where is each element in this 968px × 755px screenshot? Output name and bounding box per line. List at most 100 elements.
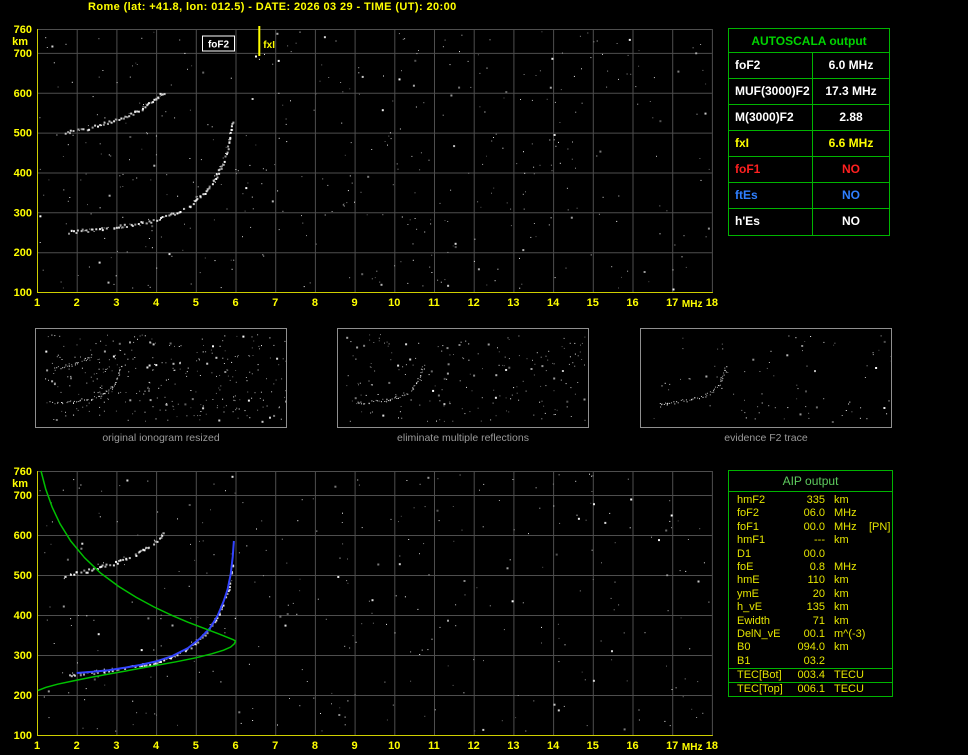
svg-text:7: 7: [272, 740, 278, 752]
svg-text:1: 1: [34, 740, 40, 752]
svg-text:2: 2: [74, 297, 80, 309]
series-F2-trace: [68, 122, 234, 235]
svg-text:300: 300: [14, 207, 32, 219]
parameter-name: foF1: [729, 157, 813, 182]
parameter-value: ---: [793, 534, 825, 547]
thumbnail-caption-original: original ionogram resized: [35, 432, 287, 444]
frequency-markers: foF2 fxI: [203, 26, 276, 56]
parameter-value: 03.2: [793, 655, 825, 668]
parameter-value: 094.0: [793, 641, 825, 654]
parameter-name: B1: [729, 655, 793, 668]
thumbnail-original-svg: [36, 329, 286, 427]
parameter-name: ymE: [729, 588, 793, 601]
parameter-value: 00.0: [793, 521, 825, 534]
autoscala-row-ftes: ftEsNO: [729, 183, 889, 209]
svg-text:700: 700: [14, 490, 32, 502]
parameter-value: 135: [793, 601, 825, 614]
series-multiple-reflection-trace: [64, 532, 165, 578]
svg-text:4: 4: [153, 297, 160, 309]
parameter-value: 335: [793, 494, 825, 507]
x-axis-unit-label: MHz: [682, 299, 703, 310]
parameter-unit: m^(-3): [825, 628, 869, 641]
svg-text:7: 7: [272, 297, 278, 309]
parameter-value: 17.3 MHz: [813, 79, 889, 104]
profile-ionogram-plot: 760700600500400300200100km12345678910111…: [0, 455, 726, 755]
svg-text:fxI: fxI: [263, 40, 275, 51]
svg-text:14: 14: [547, 740, 560, 752]
svg-text:12: 12: [468, 297, 480, 309]
parameter-unit: km: [825, 534, 869, 547]
svg-text:17: 17: [666, 740, 678, 752]
parameter-unit: TECU: [825, 669, 869, 682]
svg-text:200: 200: [14, 690, 32, 702]
aip-row-b1: B103.2: [729, 655, 892, 668]
parameter-name: Ewidth: [729, 615, 793, 628]
parameter-unit: km: [825, 574, 869, 587]
svg-text:9: 9: [352, 297, 358, 309]
svg-text:3: 3: [113, 297, 119, 309]
svg-text:400: 400: [14, 168, 32, 180]
parameter-unit: MHz: [825, 521, 869, 534]
thumbnail-caption-evidence: evidence F2 trace: [640, 432, 892, 444]
series-F2-trace: [660, 366, 728, 407]
parameter-note: [869, 683, 892, 696]
aip-row-tecbot: TEC[Bot]003.4TECU: [729, 668, 892, 682]
parameter-name: TEC[Bot]: [729, 669, 793, 682]
parameter-note: [869, 574, 892, 587]
svg-text:4: 4: [153, 740, 160, 752]
parameter-value: 00.0: [793, 548, 825, 561]
parameter-value: NO: [813, 157, 889, 182]
aip-row-foe: foE0.8MHz: [729, 561, 892, 574]
autoscala-row-hes: h'EsNO: [729, 209, 889, 235]
svg-text:16: 16: [626, 297, 638, 309]
svg-text:12: 12: [468, 740, 480, 752]
aip-row-fof2: foF206.0MHz: [729, 507, 892, 520]
parameter-unit: km: [825, 601, 869, 614]
svg-text:5: 5: [193, 740, 199, 752]
svg-text:300: 300: [14, 650, 32, 662]
parameter-value: NO: [813, 209, 889, 235]
series-multiple-reflection-trace: [65, 93, 164, 135]
parameter-unit: MHz: [825, 561, 869, 574]
aip-table-rows: hmF2335kmfoF206.0MHzfoF100.0MHz[PN]hmF1-…: [729, 492, 892, 668]
thumbnail-evidence-svg: [641, 329, 891, 427]
autoscala-table-rows: foF26.0 MHzMUF(3000)F217.3 MHzM(3000)F22…: [729, 53, 889, 235]
autoscala-row-muf3000f2: MUF(3000)F217.3 MHz: [729, 79, 889, 105]
svg-text:13: 13: [507, 297, 519, 309]
autoscala-row-fof2: foF26.0 MHz: [729, 53, 889, 79]
x-axis-unit-label: MHz: [682, 742, 703, 753]
parameter-unit: km: [825, 494, 869, 507]
thumbnail-eliminate-reflections: [337, 328, 589, 428]
parameter-note: [869, 615, 892, 628]
parameter-note: [869, 601, 892, 614]
noise-speckle: [45, 334, 286, 423]
parameter-value: 6.6 MHz: [813, 131, 889, 156]
svg-text:6: 6: [232, 740, 238, 752]
parameter-name: ftEs: [729, 183, 813, 208]
svg-text:100: 100: [14, 287, 32, 299]
parameter-note: [869, 561, 892, 574]
parameter-value: NO: [813, 183, 889, 208]
parameter-name: h_vE: [729, 601, 793, 614]
parameter-name: hmF2: [729, 494, 793, 507]
noise-speckle: [654, 335, 891, 423]
parameter-unit: [825, 548, 869, 561]
series-F2-trace: [55, 366, 123, 404]
aip-row-hve: h_vE135km: [729, 601, 892, 614]
aip-row-tectop: TEC[Top]006.1TECU: [729, 682, 892, 696]
parameter-value: 0.8: [793, 561, 825, 574]
parameter-name: DelN_vE: [729, 628, 793, 641]
parameter-name: foE: [729, 561, 793, 574]
parameter-unit: TECU: [825, 683, 869, 696]
parameter-note: [869, 507, 892, 520]
svg-text:foF2: foF2: [208, 40, 230, 51]
thumbnail-eliminate-svg: [338, 329, 588, 427]
aip-row-hme: hmE110km: [729, 574, 892, 587]
svg-text:16: 16: [626, 740, 638, 752]
parameter-name: fxI: [729, 131, 813, 156]
parameter-note: [869, 641, 892, 654]
parameter-value: 110: [793, 574, 825, 587]
svg-text:5: 5: [193, 297, 199, 309]
svg-text:10: 10: [388, 297, 400, 309]
autoscala-window: Rome (lat: +41.8, lon: 012.5) - DATE: 20…: [0, 0, 968, 755]
